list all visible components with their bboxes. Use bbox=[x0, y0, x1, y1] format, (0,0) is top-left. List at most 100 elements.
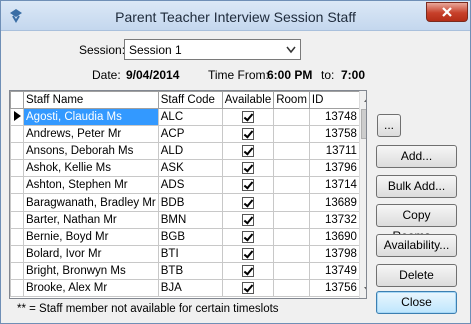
row-indicator[interactable] bbox=[10, 159, 24, 178]
cell-available[interactable] bbox=[221, 142, 275, 161]
cell-staff-code[interactable]: BTB bbox=[157, 261, 223, 280]
table-row[interactable]: Ashok, Kellie Ms ASK 13796 bbox=[10, 159, 362, 178]
row-indicator[interactable] bbox=[10, 244, 24, 263]
cell-available[interactable] bbox=[221, 227, 275, 246]
row-indicator[interactable] bbox=[10, 227, 24, 246]
cell-id[interactable]: 13796 bbox=[308, 159, 362, 178]
cell-staff-code[interactable]: ADS bbox=[157, 176, 223, 195]
cell-available[interactable] bbox=[221, 159, 275, 178]
cell-available[interactable] bbox=[221, 210, 275, 229]
availability-button[interactable]: Availability... bbox=[376, 234, 457, 257]
copy-rooms-button[interactable]: Copy Rooms... bbox=[376, 204, 457, 243]
delete-button[interactable]: Delete bbox=[376, 264, 457, 287]
cell-staff-name[interactable]: Bright, Bronwyn Ms bbox=[23, 261, 159, 280]
cell-available[interactable] bbox=[221, 193, 275, 212]
ellipsis-button[interactable]: ... bbox=[377, 114, 401, 137]
row-indicator[interactable] bbox=[10, 278, 24, 298]
cell-available[interactable] bbox=[221, 278, 275, 298]
cell-room[interactable] bbox=[273, 261, 310, 280]
available-checkbox[interactable] bbox=[242, 196, 254, 209]
available-checkbox[interactable] bbox=[242, 230, 254, 243]
vertical-scrollbar[interactable] bbox=[359, 91, 366, 298]
cell-staff-name[interactable]: Ashok, Kellie Ms bbox=[23, 159, 159, 178]
cell-staff-code[interactable]: BGB bbox=[157, 227, 223, 246]
cell-staff-code[interactable]: ALC bbox=[157, 107, 223, 127]
add-button[interactable]: Add... bbox=[376, 145, 457, 168]
scrollbar-thumb[interactable] bbox=[361, 109, 366, 139]
column-header-staff-code[interactable]: Staff Code bbox=[157, 91, 223, 109]
cell-staff-code[interactable]: BDB bbox=[157, 193, 223, 212]
table-row[interactable]: Barter, Nathan Mr BMN 13732 bbox=[10, 210, 362, 229]
column-header-room[interactable]: Room bbox=[273, 91, 310, 109]
cell-staff-code[interactable]: ACP bbox=[157, 125, 223, 144]
table-row[interactable]: Bright, Bronwyn Ms BTB 13749 bbox=[10, 261, 362, 280]
table-row[interactable]: Bernie, Boyd Mr BGB 13690 bbox=[10, 227, 362, 246]
cell-available[interactable] bbox=[221, 107, 275, 127]
cell-staff-name[interactable]: Bolard, Ivor Mr bbox=[23, 244, 159, 263]
available-checkbox[interactable] bbox=[242, 179, 254, 192]
cell-staff-name[interactable]: Bernie, Boyd Mr bbox=[23, 227, 159, 246]
cell-staff-code[interactable]: BJA bbox=[157, 278, 223, 298]
table-row[interactable]: Ashton, Stephen Mr ADS 13714 bbox=[10, 176, 362, 195]
scroll-down-button[interactable] bbox=[360, 281, 366, 298]
cell-staff-name[interactable]: Baragwanath, Bradley Mr bbox=[23, 193, 159, 212]
cell-id[interactable]: 13711 bbox=[308, 142, 362, 161]
cell-id[interactable]: 13714 bbox=[308, 176, 362, 195]
session-select[interactable]: Session 1 bbox=[124, 39, 301, 60]
cell-room[interactable] bbox=[273, 244, 310, 263]
row-indicator[interactable] bbox=[10, 176, 24, 195]
cell-staff-code[interactable]: ASK bbox=[157, 159, 223, 178]
cell-room[interactable] bbox=[273, 107, 310, 127]
row-indicator[interactable] bbox=[10, 193, 24, 212]
cell-staff-code[interactable]: BTI bbox=[157, 244, 223, 263]
available-checkbox[interactable] bbox=[242, 162, 254, 175]
cell-available[interactable] bbox=[221, 244, 275, 263]
available-checkbox[interactable] bbox=[242, 247, 254, 260]
staff-grid[interactable]: Staff Name Staff Code Available Room ID … bbox=[9, 90, 367, 299]
cell-id[interactable]: 13689 bbox=[308, 193, 362, 212]
cell-available[interactable] bbox=[221, 261, 275, 280]
row-indicator[interactable] bbox=[10, 261, 24, 280]
cell-available[interactable] bbox=[221, 176, 275, 195]
cell-room[interactable] bbox=[273, 227, 310, 246]
cell-id[interactable]: 13748 bbox=[308, 107, 362, 127]
row-indicator[interactable] bbox=[10, 125, 24, 144]
column-header-staff-name[interactable]: Staff Name bbox=[23, 91, 159, 109]
cell-room[interactable] bbox=[273, 125, 310, 144]
cell-room[interactable] bbox=[273, 159, 310, 178]
available-checkbox[interactable] bbox=[242, 264, 254, 277]
column-header-available[interactable]: Available bbox=[221, 91, 275, 109]
cell-room[interactable] bbox=[273, 278, 310, 298]
cell-staff-name[interactable]: Barter, Nathan Mr bbox=[23, 210, 159, 229]
column-header-id[interactable]: ID bbox=[308, 91, 362, 109]
cell-room[interactable] bbox=[273, 176, 310, 195]
cell-staff-code[interactable]: ALD bbox=[157, 142, 223, 161]
cell-id[interactable]: 13690 bbox=[308, 227, 362, 246]
cell-staff-name[interactable]: Andrews, Peter Mr bbox=[23, 125, 159, 144]
close-button[interactable]: Close bbox=[376, 291, 457, 314]
row-indicator[interactable] bbox=[10, 142, 24, 161]
cell-staff-code[interactable]: BMN bbox=[157, 210, 223, 229]
cell-id[interactable]: 13749 bbox=[308, 261, 362, 280]
cell-available[interactable] bbox=[221, 125, 275, 144]
available-checkbox[interactable] bbox=[242, 281, 254, 294]
available-checkbox[interactable] bbox=[242, 213, 254, 226]
table-row[interactable]: Brooke, Alex Mr BJA 13756 bbox=[10, 278, 362, 298]
cell-staff-name[interactable]: Ansons, Deborah Ms bbox=[23, 142, 159, 161]
scroll-up-button[interactable] bbox=[360, 91, 366, 108]
cell-room[interactable] bbox=[273, 193, 310, 212]
window-close-button[interactable] bbox=[426, 2, 468, 22]
row-indicator[interactable] bbox=[10, 107, 24, 127]
cell-staff-name[interactable]: Ashton, Stephen Mr bbox=[23, 176, 159, 195]
table-row[interactable]: Agosti, Claudia Ms ALC 13748 bbox=[10, 107, 362, 127]
available-checkbox[interactable] bbox=[242, 145, 254, 158]
title-bar[interactable]: Parent Teacher Interview Session Staff bbox=[1, 1, 470, 31]
available-checkbox[interactable] bbox=[242, 111, 254, 124]
cell-id[interactable]: 13758 bbox=[308, 125, 362, 144]
cell-id[interactable]: 13732 bbox=[308, 210, 362, 229]
cell-id[interactable]: 13756 bbox=[308, 278, 362, 298]
available-checkbox[interactable] bbox=[242, 128, 254, 141]
table-row[interactable]: Baragwanath, Bradley Mr BDB 13689 bbox=[10, 193, 362, 212]
cell-id[interactable]: 13798 bbox=[308, 244, 362, 263]
cell-room[interactable] bbox=[273, 210, 310, 229]
